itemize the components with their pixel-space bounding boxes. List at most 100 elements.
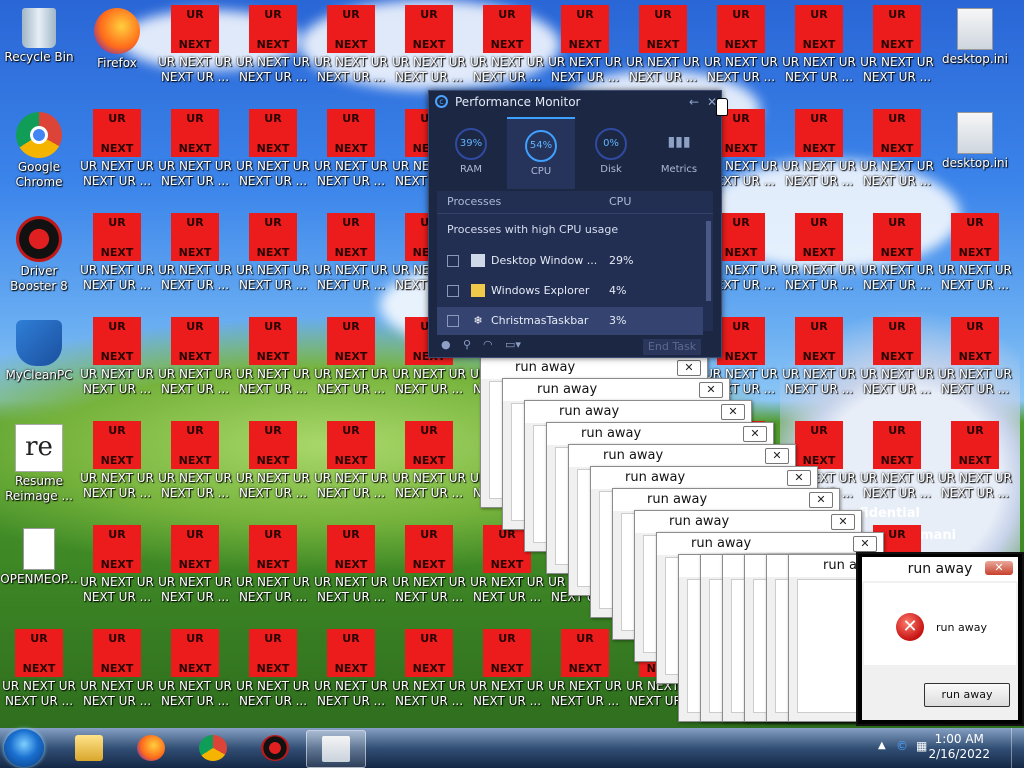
close-icon[interactable]: ✕ — [853, 536, 877, 552]
close-icon[interactable]: ✕ — [765, 448, 789, 464]
column-processes[interactable]: Processes — [447, 191, 501, 213]
close-icon[interactable]: ✕ — [787, 470, 811, 486]
desktop-icon-ur-next[interactable]: URNEXTUR NEXT URNEXT UR ... — [234, 418, 312, 518]
desktop-icon-ur-next[interactable]: URNEXTUR NEXT URNEXT UR ... — [312, 418, 390, 518]
speed-icon[interactable]: ◠ — [483, 338, 493, 351]
close-icon[interactable]: ✕ — [743, 426, 767, 442]
desktop-icon-ur-next[interactable]: URNEXTUR NEXT URNEXT UR ... — [390, 418, 468, 518]
desktop-icon-ur-next[interactable]: URNEXTUR NEXT URNEXT UR ... — [468, 2, 546, 102]
show-hidden-icons-icon[interactable]: ▲ — [878, 740, 886, 751]
desktop-icon-ur-next[interactable]: URNEXTUR NEXT URNEXT UR ... — [156, 2, 234, 102]
taskbar-firefox[interactable] — [122, 730, 180, 766]
desktop-icon-ur-next[interactable]: URNEXTUR NEXT URNEXT UR ... — [156, 626, 234, 726]
close-icon[interactable]: ✕ — [809, 492, 833, 508]
desktop-icon-mycleanpc[interactable]: MyCleanPC — [0, 314, 78, 414]
desktop-icon-ur-next[interactable]: URNEXTUR NEXT URNEXT UR ... — [546, 626, 624, 726]
tab-disk[interactable]: 0% Disk — [577, 117, 645, 187]
process-checkbox[interactable] — [447, 285, 459, 297]
desktop-icon-ur-next[interactable]: URNEXTUR NEXT URNEXT UR ... — [780, 2, 858, 102]
clock[interactable]: 1:00 AM 2/16/2022 — [928, 732, 990, 762]
back-arrow-icon[interactable]: ← — [689, 95, 699, 109]
process-row[interactable]: ❄ ChristmasTaskbar 3% — [437, 307, 703, 335]
desktop-icon-ur-next[interactable]: URNEXTUR NEXT URNEXT UR ... — [858, 314, 936, 414]
desktop-icon-ur-next[interactable]: URNEXTUR NEXT URNEXT UR ... — [78, 626, 156, 726]
scrollbar[interactable] — [706, 221, 711, 301]
close-icon[interactable]: ✕ — [985, 561, 1013, 575]
desktop-icon-ur-next[interactable]: URNEXTUR NEXT URNEXT UR ... — [78, 418, 156, 518]
desktop-icon-ur-next[interactable]: URNEXTUR NEXT URNEXT UR ... — [546, 2, 624, 102]
show-desktop-button[interactable] — [1011, 728, 1024, 768]
desktop-icon-openmeop[interactable]: OPENMEOP... — [0, 522, 78, 622]
desktop-icon-ur-next[interactable]: URNEXTUR NEXT URNEXT UR ... — [312, 522, 390, 622]
desktop-icon-ur-next[interactable]: URNEXTUR NEXT URNEXT UR ... — [156, 418, 234, 518]
close-icon[interactable]: ✕ — [699, 382, 723, 398]
desktop-icon-ur-next[interactable]: URNEXTUR NEXT URNEXT UR ... — [234, 210, 312, 310]
taskbar-driver-booster[interactable] — [246, 730, 304, 766]
desktop-icon-ur-next[interactable]: URNEXTUR NEXT URNEXT UR ... — [78, 106, 156, 206]
end-task-button[interactable]: End Task — [643, 339, 701, 355]
close-icon[interactable]: ✕ — [677, 360, 701, 376]
taskbar-explorer[interactable] — [60, 730, 118, 766]
desktop-icon-ur-next[interactable]: URNEXTUR NEXT URNEXT UR ... — [858, 210, 936, 310]
desktop-icon-ur-next[interactable]: URNEXTUR NEXT URNEXT UR ... — [312, 626, 390, 726]
search-icon[interactable]: ⚲ — [463, 338, 471, 351]
desktop-icon-ur-next[interactable]: URNEXTUR NEXT URNEXT UR ... — [78, 210, 156, 310]
desktop-icon-ur-next[interactable]: URNEXTUR NEXT URNEXT UR ... — [858, 418, 936, 518]
desktop-icon-desktop-ini-2[interactable]: desktop.ini — [936, 106, 1014, 206]
desktop-icon-ur-next[interactable]: URNEXTUR NEXT URNEXT UR ... — [156, 314, 234, 414]
desktop-icon-ur-next[interactable]: URNEXTUR NEXT URNEXT UR ... — [78, 522, 156, 622]
desktop-icon-ur-next[interactable]: URNEXTUR NEXT URNEXT UR ... — [390, 522, 468, 622]
performance-monitor-window[interactable]: c Performance Monitor ← ✕ 39% RAM 54% CP… — [428, 90, 722, 358]
desktop-icon-ur-next[interactable]: URNEXTUR NEXT URNEXT UR ... — [312, 210, 390, 310]
column-cpu[interactable]: CPU — [609, 191, 631, 213]
desktop-icon-ur-next[interactable]: URNEXTUR NEXT URNEXT UR ... — [936, 418, 1014, 518]
desktop-icon-ur-next[interactable]: URNEXTUR NEXT URNEXT UR ... — [780, 210, 858, 310]
desktop-icon-ur-next[interactable]: URNEXTUR NEXT URNEXT UR ... — [390, 2, 468, 102]
desktop-icon-ur-next[interactable]: URNEXTUR NEXT URNEXT UR ... — [936, 210, 1014, 310]
desktop-icon-resume-reimage[interactable]: re Resume Reimage ... — [0, 418, 78, 518]
close-icon[interactable]: ✕ — [831, 514, 855, 530]
desktop-icon-ur-next[interactable]: URNEXTUR NEXT URNEXT UR ... — [780, 106, 858, 206]
desktop[interactable]: oft Confidential mani Recycle Bin Firefo… — [0, 0, 1024, 728]
desktop-icon-ur-next[interactable]: URNEXTUR NEXT URNEXT UR ... — [780, 314, 858, 414]
process-checkbox[interactable] — [447, 315, 459, 327]
desktop-icon-ur-next[interactable]: URNEXTUR NEXT URNEXT UR ... — [624, 2, 702, 102]
desktop-icon-firefox[interactable]: Firefox — [78, 2, 156, 102]
performance-monitor-tray-icon[interactable]: © — [896, 739, 908, 753]
performance-monitor-titlebar[interactable]: c Performance Monitor ← ✕ — [429, 91, 721, 113]
desktop-icon-ur-next[interactable]: URNEXTUR NEXT URNEXT UR ... — [468, 626, 546, 726]
process-row[interactable]: Windows Explorer 4% — [437, 277, 703, 305]
process-checkbox[interactable] — [447, 255, 459, 267]
desktop-icon-ur-next[interactable]: URNEXTUR NEXT URNEXT UR ... — [234, 314, 312, 414]
process-row[interactable]: Desktop Window ... 29% — [437, 247, 703, 275]
desktop-icon-ur-next[interactable]: URNEXTUR NEXT URNEXT UR ... — [312, 2, 390, 102]
desktop-icon-ur-next[interactable]: URNEXTUR NEXT URNEXT UR ... — [234, 626, 312, 726]
desktop-icon-ur-next[interactable]: URNEXTUR NEXT URNEXT UR ... — [312, 314, 390, 414]
tab-cpu[interactable]: 54% CPU — [507, 117, 575, 189]
tab-ram[interactable]: 39% RAM — [437, 117, 505, 187]
tab-metrics[interactable]: ▮▮▮ Metrics — [645, 117, 713, 187]
desktop-icon-ur-next[interactable]: URNEXTUR NEXT URNEXT UR ... — [156, 106, 234, 206]
desktop-icon-ur-next[interactable]: URNEXTUR NEXT URNEXT UR ... — [234, 106, 312, 206]
desktop-icon-ur-next[interactable]: URNEXTUR NEXT URNEXT UR ... — [702, 2, 780, 102]
desktop-icon-ur-next[interactable]: URNEXTUR NEXT URNEXT UR ... — [156, 522, 234, 622]
desktop-icon-ur-next[interactable]: URNEXTUR NEXT URNEXT UR ... — [234, 522, 312, 622]
desktop-icon-ur-next[interactable]: URNEXTUR NEXT URNEXT UR ... — [390, 626, 468, 726]
taskbar-chrome[interactable] — [184, 730, 242, 766]
desktop-icon-ur-next[interactable]: URNEXTUR NEXT URNEXT UR ... — [0, 626, 78, 726]
desktop-icon-ur-next[interactable]: URNEXTUR NEXT URNEXT UR ... — [858, 2, 936, 102]
run-away-dialog-front[interactable]: run away ✕ ✕ run away run away — [856, 552, 1024, 726]
desktop-icon-ur-next[interactable]: URNEXTUR NEXT URNEXT UR ... — [312, 106, 390, 206]
lock-icon[interactable]: ● — [441, 338, 451, 351]
run-away-button[interactable]: run away — [924, 683, 1010, 707]
desktop-icon-ur-next[interactable]: URNEXTUR NEXT URNEXT UR ... — [858, 106, 936, 206]
desktop-icon-ur-next[interactable]: URNEXTUR NEXT URNEXT UR ... — [234, 2, 312, 102]
close-icon[interactable]: ✕ — [721, 404, 745, 420]
desktop-icon-driver-booster[interactable]: Driver Booster 8 — [0, 210, 78, 310]
network-icon[interactable]: ▦ — [916, 739, 927, 753]
start-button[interactable] — [4, 729, 44, 767]
window-icon[interactable]: ▭▾ — [505, 338, 521, 351]
taskbar-run-away-app[interactable] — [306, 730, 366, 768]
desktop-icon-recycle-bin[interactable]: Recycle Bin — [0, 2, 78, 102]
desktop-icon-desktop-ini-1[interactable]: desktop.ini — [936, 2, 1014, 102]
